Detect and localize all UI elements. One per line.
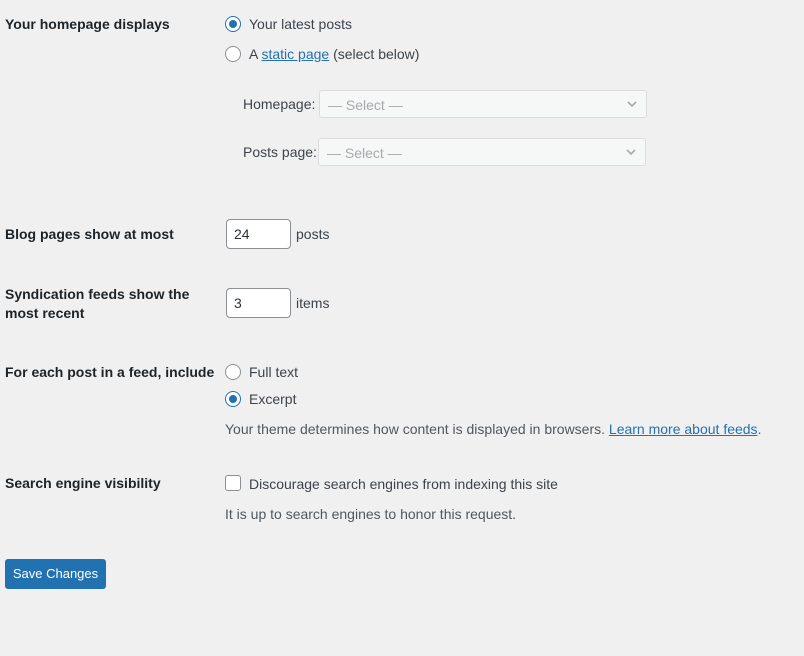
feed-description: Your theme determines how content is dis… [225, 420, 761, 439]
posts-page-select-value: — Select — [327, 145, 402, 161]
homepage-select[interactable]: — Select — [319, 90, 647, 118]
static-page-option-text: A static page (select below) [249, 45, 419, 64]
posts-per-page-unit: posts [296, 226, 330, 242]
search-visibility-label: Search engine visibility [5, 475, 161, 491]
excerpt-label: Excerpt [249, 391, 297, 407]
posts-page-select-label: Posts page: [243, 144, 317, 160]
search-visibility-description: It is up to search engines to honor this… [225, 506, 517, 522]
latest-posts-label: Your latest posts [249, 16, 352, 32]
static-page-suffix: (select below) [329, 46, 420, 62]
static-page-radio[interactable] [225, 46, 241, 62]
full-text-label: Full text [249, 364, 299, 380]
full-text-radio[interactable] [225, 364, 241, 380]
feed-content-label: For each post in a feed, include [5, 364, 215, 380]
feed-items-unit: items [296, 295, 330, 311]
feed-items-input[interactable]: 3 [226, 288, 291, 318]
learn-more-feeds-link[interactable]: Learn more about feeds [609, 421, 758, 437]
homepage-select-value: — Select — [328, 97, 403, 113]
syndication-label: Syndication feeds show the most recent [5, 285, 189, 323]
homepage-select-label: Homepage: [243, 96, 316, 112]
homepage-displays-label: Your homepage displays [5, 16, 170, 32]
syndication-label-line2: most recent [5, 305, 85, 321]
syndication-label-line1: Syndication feeds show the [5, 286, 190, 302]
feed-description-text: Your theme determines how content is dis… [225, 421, 609, 437]
chevron-down-icon [626, 149, 636, 156]
blog-pages-label: Blog pages show at most [5, 226, 174, 242]
posts-per-page-input[interactable]: 24 [226, 219, 291, 249]
discourage-search-label: Discourage search engines from indexing … [249, 476, 558, 492]
feed-description-period: . [757, 421, 762, 437]
chevron-down-icon [627, 101, 637, 108]
posts-page-select[interactable]: — Select — [318, 138, 646, 166]
excerpt-radio[interactable] [225, 391, 241, 407]
discourage-search-checkbox[interactable] [225, 475, 241, 491]
static-page-link[interactable]: static page [261, 46, 329, 62]
save-changes-button[interactable]: Save Changes [5, 559, 106, 589]
latest-posts-radio[interactable] [225, 16, 241, 32]
static-page-prefix: A [249, 46, 262, 62]
